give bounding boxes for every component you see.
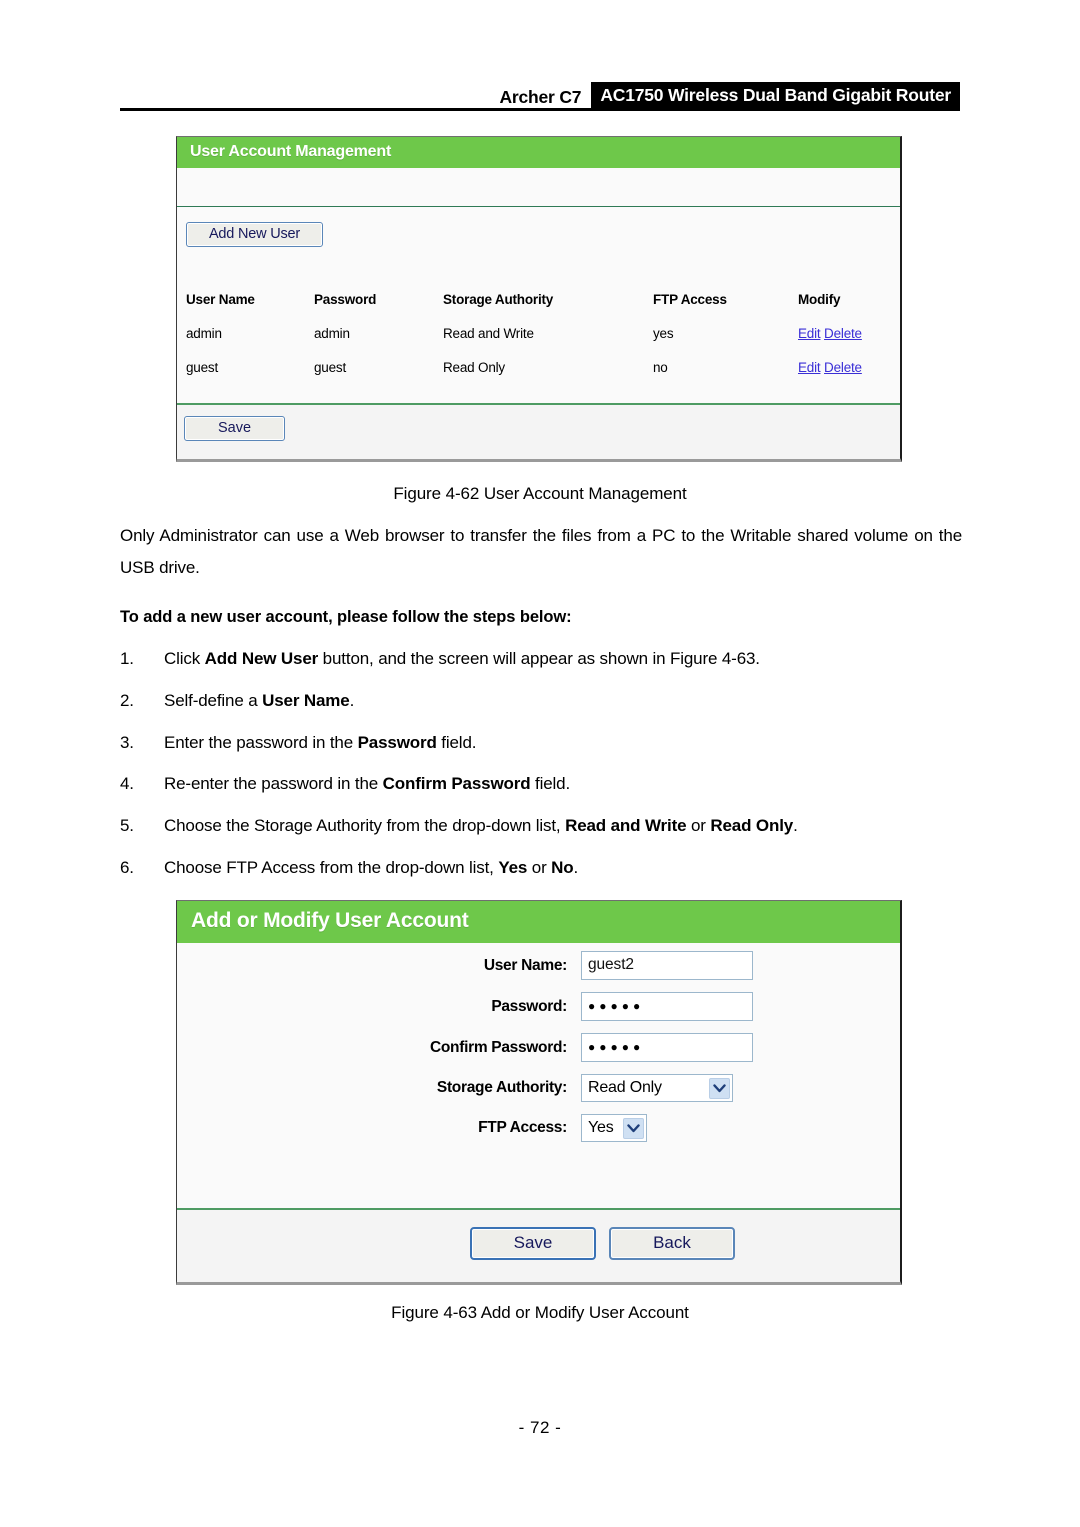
step-text: Click Add New User button, and the scree…: [164, 649, 760, 668]
panel-footer-area: [177, 405, 900, 459]
panel-title-user-account-management: User Account Management: [177, 137, 900, 168]
user-account-management-panel: User Account Management Add New User Use…: [176, 136, 902, 462]
step-number: 4.: [120, 774, 134, 793]
figure-4-63-caption: Figure 4-63 Add or Modify User Account: [391, 1303, 689, 1322]
label-storage-authority: Storage Authority:: [436, 1079, 567, 1096]
form-row-user-name: User Name:: [177, 951, 900, 980]
step-number: 5.: [120, 816, 134, 835]
user-accounts-table: User Name Password Storage Authority FTP…: [186, 292, 894, 394]
column-header-ftp-access: FTP Access: [653, 292, 727, 307]
delete-link[interactable]: Delete: [824, 326, 862, 341]
figure-4-62-caption: Figure 4-62 User Account Management: [393, 484, 687, 503]
edit-link[interactable]: Edit: [798, 360, 821, 375]
step-text: Choose the Storage Authority from the dr…: [164, 816, 798, 835]
table-row: guest guest Read Only no Edit Delete: [186, 360, 894, 394]
label-password: Password:: [491, 997, 567, 1015]
panel-divider-rule: [177, 206, 900, 207]
save-button[interactable]: Save: [184, 416, 285, 441]
cell-storage-authority: Read and Write: [443, 326, 534, 341]
ftp-access-selected-value: Yes: [588, 1119, 614, 1136]
cell-modify: Edit Delete: [798, 360, 894, 394]
cell-password: guest: [314, 360, 347, 375]
step-item-1: 1. Click Add New User button, and the scr…: [120, 649, 980, 669]
chevron-down-icon[interactable]: [709, 1077, 730, 1099]
column-header-modify: Modify: [798, 292, 841, 307]
form-row-ftp-access: FTP Access: Yes: [177, 1114, 900, 1142]
back-button[interactable]: Back: [609, 1227, 735, 1260]
step-item-2: 2. Self-define a User Name.: [120, 691, 980, 711]
column-header-storage-authority: Storage Authority: [443, 292, 554, 307]
step-text: Re-enter the password in the Confirm Pas…: [164, 774, 571, 793]
panel-top-spacer: [177, 168, 900, 206]
steps-heading: To add a new user account, please follow…: [120, 608, 572, 626]
save-button[interactable]: Save: [470, 1227, 596, 1260]
cell-ftp-access: no: [653, 360, 668, 375]
header-model-name: Archer C7: [499, 87, 582, 107]
table-row: admin admin Read and Write yes Edit Dele…: [186, 326, 894, 360]
cell-modify: Edit Delete: [798, 326, 894, 360]
step-number: 2.: [120, 691, 134, 710]
step-number: 1.: [120, 649, 134, 668]
form-row-password: Password: ●●●●●: [177, 992, 900, 1021]
cell-password: admin: [314, 326, 350, 341]
form-row-storage-authority: Storage Authority: Read Only: [177, 1074, 900, 1102]
step-text: Choose FTP Access from the drop-down lis…: [164, 858, 579, 877]
panel-title-add-or-modify-user-account: Add or Modify User Account: [177, 901, 900, 943]
form-row-confirm-password: Confirm Password: ●●●●●: [177, 1033, 900, 1062]
document-header: Archer C7 AC1750 Wireless Dual Band Giga…: [120, 80, 960, 110]
cell-user-name: admin: [186, 326, 222, 341]
table-header-row: User Name Password Storage Authority FTP…: [186, 292, 894, 326]
step-item-3: 3. Enter the password in the Password fie…: [120, 733, 980, 753]
label-user-name: User Name:: [483, 956, 567, 974]
cell-ftp-access: yes: [653, 326, 674, 341]
page-number: - 72 -: [518, 1418, 562, 1437]
storage-authority-select[interactable]: Read Only: [581, 1074, 733, 1102]
label-confirm-password: Confirm Password:: [429, 1038, 567, 1056]
body-paragraph: Only Administrator can use a Web browser…: [120, 526, 962, 577]
step-item-4: 4. Re-enter the password in the Confirm P…: [120, 774, 980, 794]
password-input[interactable]: ●●●●●: [581, 992, 753, 1021]
user-name-input[interactable]: [581, 951, 753, 980]
step-text: Enter the password in the Password field…: [164, 733, 477, 752]
chevron-down-icon[interactable]: [623, 1117, 644, 1139]
cell-storage-authority: Read Only: [443, 360, 505, 375]
label-ftp-access: FTP Access:: [478, 1119, 567, 1136]
delete-link[interactable]: Delete: [824, 360, 862, 375]
panel-footer-area: Save Back: [177, 1210, 900, 1282]
add-or-modify-user-account-panel: Add or Modify User Account User Name: Pa…: [176, 900, 902, 1285]
add-new-user-button[interactable]: Add New User: [186, 222, 323, 247]
storage-authority-selected-value: Read Only: [588, 1079, 662, 1096]
cell-user-name: guest: [186, 360, 219, 375]
user-account-form: User Name: Password: ●●●●● Confirm Passw…: [177, 951, 900, 1154]
column-header-password: Password: [314, 292, 377, 307]
step-number: 3.: [120, 733, 134, 752]
step-item-6: 6. Choose FTP Access from the drop-down l…: [120, 858, 980, 878]
column-header-user-name: User Name: [186, 292, 255, 307]
step-item-5: 5. Choose the Storage Authority from the …: [120, 816, 980, 836]
confirm-password-input[interactable]: ●●●●●: [581, 1033, 753, 1062]
edit-link[interactable]: Edit: [798, 326, 821, 341]
header-product-name: AC1750 Wireless Dual Band Gigabit Router: [591, 82, 960, 110]
header-rule: [120, 108, 960, 111]
step-text: Self-define a User Name.: [164, 691, 355, 710]
step-number: 6.: [120, 858, 134, 877]
ftp-access-select[interactable]: Yes: [581, 1114, 647, 1142]
